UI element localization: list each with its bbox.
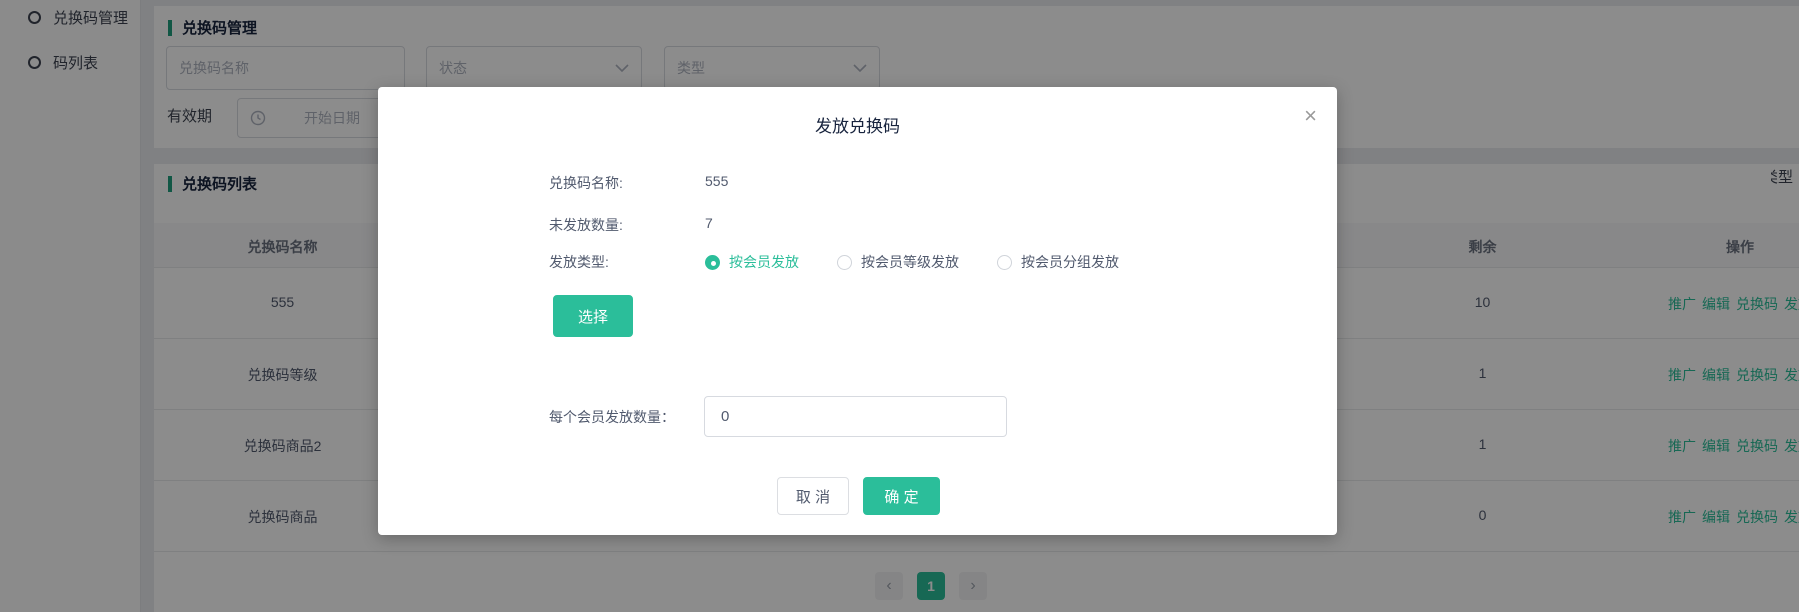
radio-by-member[interactable]: 按会员发放 xyxy=(705,252,799,272)
undistributed-label: 未发放数量: xyxy=(549,215,623,235)
radio-icon xyxy=(997,255,1012,270)
radio-icon xyxy=(705,255,720,270)
radio-icon xyxy=(837,255,852,270)
distribute-code-modal: 发放兑换码 × 兑换码名称: 555 未发放数量: 7 发放类型: 按会员发放 … xyxy=(378,87,1337,535)
modal-title: 发放兑换码 xyxy=(378,112,1337,137)
close-icon[interactable]: × xyxy=(1304,105,1317,127)
code-name-label: 兑换码名称: xyxy=(549,173,623,193)
radio-label: 按会员发放 xyxy=(729,252,799,272)
distribute-type-radio-group: 按会员发放 按会员等级发放 按会员分组发放 xyxy=(705,252,1119,272)
radio-label: 按会员等级发放 xyxy=(861,252,959,272)
select-button[interactable]: 选择 xyxy=(553,295,633,337)
radio-by-member-group[interactable]: 按会员分组发放 xyxy=(997,252,1119,272)
confirm-button[interactable]: 确 定 xyxy=(863,477,940,515)
radio-label: 按会员分组发放 xyxy=(1021,252,1119,272)
code-name-value: 555 xyxy=(705,173,728,189)
per-member-qty-label: 每个会员发放数量： xyxy=(549,407,675,427)
radio-by-member-level[interactable]: 按会员等级发放 xyxy=(837,252,959,272)
undistributed-value: 7 xyxy=(705,215,713,231)
distribute-type-label: 发放类型: xyxy=(549,252,609,272)
cancel-button[interactable]: 取 消 xyxy=(777,477,849,515)
per-member-qty-input[interactable] xyxy=(704,396,1007,437)
